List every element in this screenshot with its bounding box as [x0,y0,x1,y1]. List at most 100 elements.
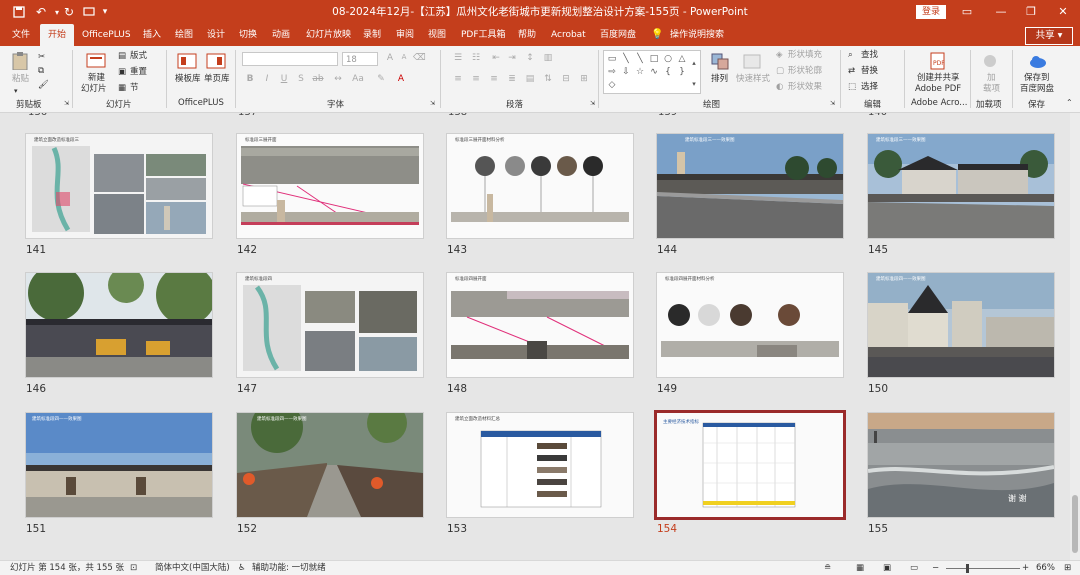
shape-line2-icon[interactable]: ╲ [634,53,646,65]
cut-icon[interactable]: ✂ [38,52,45,62]
addins-icon[interactable] [980,52,1000,70]
tab-design[interactable]: 设计 [207,24,225,46]
find-button[interactable]: 查找 [861,50,878,60]
numbering-icon[interactable]: ☷ [470,53,482,63]
section-button[interactable]: 节 [130,83,139,93]
smartart-icon[interactable]: ⊞ [578,74,590,84]
scrollbar-thumb[interactable] [1072,495,1078,553]
save-icon[interactable] [10,3,28,21]
bold-icon[interactable]: B [244,74,256,84]
shapes-gallery[interactable]: ▭ ╲ ╲ □ ○ △ ⇨ ⇩ ☆ ∿ { } ◇ ▴ ▾ [603,50,701,94]
justify-icon[interactable]: ≣ [506,74,518,84]
zoom-in-icon[interactable]: + [1022,562,1029,574]
tab-record[interactable]: 录制 [363,24,381,46]
arrange-icon[interactable] [710,52,730,70]
close-icon[interactable]: ✕ [1046,0,1080,24]
restore-icon[interactable]: ❐ [1014,0,1048,24]
shape-arrow-icon[interactable]: ⇨ [606,66,618,78]
tab-officeplus[interactable]: OfficePLUS [82,24,131,46]
create-pdf-label-2[interactable]: Adobe PDF [915,84,961,94]
distribute-icon[interactable]: ▤ [524,74,536,84]
template-library-icon[interactable] [177,52,197,70]
tell-me-search[interactable]: 操作说明搜索 [670,24,724,46]
shape-arrow2-icon[interactable]: ⇩ [620,66,632,78]
arrange-button[interactable]: 排列 [711,74,728,84]
format-painter-icon[interactable]: 🖌 [38,80,49,90]
customize-toolbar-icon[interactable]: ▾ [96,3,114,21]
increase-indent-icon[interactable]: ⇥ [506,53,518,63]
single-page-library-button[interactable]: 单页库 [204,74,230,84]
font-size-input[interactable]: 18 [342,52,378,66]
paste-icon[interactable] [10,52,30,70]
ribbon-display-icon[interactable]: ▭ [950,0,984,24]
shadow-icon[interactable]: S [295,74,307,84]
strikethrough-icon[interactable]: ab [312,74,324,84]
new-slide-icon[interactable] [86,52,106,70]
align-right-icon[interactable]: ≡ [488,74,500,84]
tab-baidu-netdisk[interactable]: 百度网盘 [600,24,636,46]
shape-brace2-icon[interactable]: } [676,66,688,78]
slide-sorter-view-icon[interactable]: ▦ [856,562,864,574]
reading-view-icon[interactable]: ▣ [883,562,891,574]
tab-help[interactable]: 帮助 [518,24,536,46]
tab-animations[interactable]: 动画 [272,24,290,46]
redo-icon[interactable]: ↻ [60,3,78,21]
select-button[interactable]: 选择 [861,82,878,92]
baidu-cloud-icon[interactable] [1028,52,1048,70]
shape-rect-icon[interactable]: □ [648,53,660,65]
shape-star-icon[interactable]: ☆ [634,66,646,78]
template-library-button[interactable]: 模板库 [175,74,201,84]
char-spacing-icon[interactable]: ↔ [332,74,344,84]
align-center-icon[interactable]: ≡ [470,74,482,84]
new-slide-label-2[interactable]: 幻灯片 [81,84,107,94]
tab-file[interactable]: 文件 [12,24,30,46]
shape-line-icon[interactable]: ╲ [620,53,632,65]
accessibility-status[interactable]: 辅助功能: 一切就绪 [252,562,326,574]
shape-curve-icon[interactable]: ∿ [648,66,660,78]
create-pdf-icon[interactable]: PDF [928,52,948,70]
replace-button[interactable]: 替换 [861,66,878,76]
decrease-font-icon[interactable]: A [398,53,410,61]
reset-button[interactable]: 重置 [130,67,147,77]
shape-textbox-icon[interactable]: ▭ [606,53,618,65]
tab-transitions[interactable]: 切换 [239,24,257,46]
tab-draw[interactable]: 绘图 [175,24,193,46]
quick-styles-icon[interactable] [742,52,762,70]
clear-format-icon[interactable]: ⌫ [413,53,426,63]
language-status[interactable]: 简体中文(中国大陆) [155,562,230,574]
font-launcher-icon[interactable]: ⇲ [430,99,435,109]
columns-icon[interactable]: ▥ [542,53,554,63]
login-button[interactable]: 登录 [916,5,946,19]
paste-dropdown-icon[interactable]: ▾ [14,86,18,96]
spelling-icon[interactable]: ⊡ [130,562,137,574]
decrease-indent-icon[interactable]: ⇤ [490,53,502,63]
shape-fill-button[interactable]: 形状填充 [788,50,822,60]
collapse-ribbon-icon[interactable]: ⌃ [1066,98,1073,108]
tab-slideshow[interactable]: 幻灯片放映 [306,24,351,46]
shape-triangle-icon[interactable]: △ [676,53,688,65]
zoom-slider-thumb[interactable] [966,564,969,573]
slideshow-view-icon[interactable]: ▭ [910,562,918,574]
copy-icon[interactable]: ⧉ [38,66,44,76]
tab-acrobat[interactable]: Acrobat [551,24,586,46]
new-slide-label-1[interactable]: 新建 [88,73,105,83]
clipboard-launcher-icon[interactable]: ⇲ [64,99,69,109]
drawing-launcher-icon[interactable]: ⇲ [830,99,835,109]
shape-brace-icon[interactable]: { [662,66,674,78]
create-pdf-label-1[interactable]: 创建并共享 [917,73,960,83]
minimize-icon[interactable]: — [984,0,1018,24]
zoom-slider[interactable] [946,568,1020,569]
tab-insert[interactable]: 插入 [143,24,161,46]
layout-button[interactable]: 版式 [130,51,147,61]
share-button[interactable]: 共享 ▾ [1025,27,1073,45]
highlight-icon[interactable]: ✎ [375,74,387,84]
text-direction-icon[interactable]: ⇅ [542,74,554,84]
zoom-level[interactable]: 66% [1036,562,1055,574]
zoom-out-icon[interactable]: − [932,562,939,574]
shape-effects-button[interactable]: 形状效果 [788,82,822,92]
tab-review[interactable]: 审阅 [396,24,414,46]
change-case-icon[interactable]: Aa [352,74,364,84]
single-page-library-icon[interactable] [206,52,226,70]
increase-font-icon[interactable]: A [384,53,396,63]
shape-more-icon[interactable]: ◇ [606,79,618,91]
